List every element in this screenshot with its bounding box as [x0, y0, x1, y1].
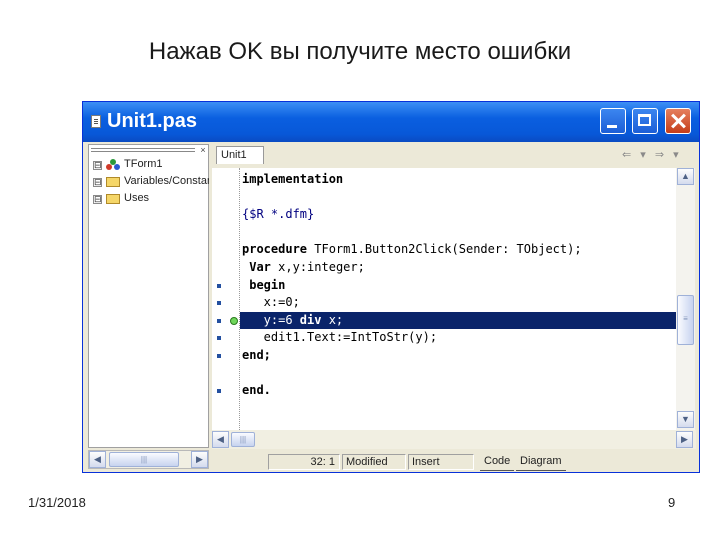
breakpoint-dot-icon[interactable]: [217, 389, 221, 394]
code-text: procedure TForm1.Button2Click(Sender: TO…: [242, 242, 582, 257]
code-text: Var x,y:integer;: [249, 260, 365, 274]
tree-item-label: TForm1: [124, 158, 163, 170]
window-title: Unit1.pas: [107, 110, 198, 132]
scroll-right-icon[interactable]: ▶: [191, 451, 208, 468]
scroll-thumb[interactable]: |||: [109, 452, 179, 467]
code-line[interactable]: begin: [240, 277, 676, 294]
code-line[interactable]: edit1.Text:=IntToStr(y);: [240, 329, 676, 346]
panel-close-icon[interactable]: ×: [197, 145, 209, 155]
tree-item-uses[interactable]: ⊟ Uses: [91, 191, 209, 207]
breakpoint-dot-icon[interactable]: [217, 283, 221, 288]
tree-item-label: Uses: [124, 192, 150, 204]
breakpoint-dot-icon[interactable]: [217, 301, 221, 306]
panel-grip[interactable]: [91, 147, 195, 153]
scroll-thumb[interactable]: ≡: [677, 295, 694, 345]
breakpoint-dot-icon[interactable]: [217, 336, 221, 341]
editor-horizontal-scrollbar[interactable]: ◀ ||| ▶: [212, 430, 696, 449]
code-line[interactable]: implementation: [240, 171, 676, 188]
code-line[interactable]: end.: [240, 382, 676, 399]
code-line[interactable]: [240, 189, 676, 206]
tree-item-variables[interactable]: ⊟ Variables/Constants: [91, 174, 209, 190]
collapse-icon[interactable]: ⊟: [93, 178, 102, 187]
navigation-arrows[interactable]: ⇐ ▾ ⇒ ▾: [622, 148, 682, 161]
scroll-down-icon[interactable]: ▼: [677, 411, 694, 428]
collapse-icon[interactable]: ⊟: [93, 195, 102, 204]
breakpoint-dot-icon[interactable]: [217, 354, 221, 358]
code-line[interactable]: {$R *.dfm}: [240, 206, 676, 223]
code-area[interactable]: implementation {$R *.dfm} procedure TForm1…: [240, 168, 676, 430]
code-text: end;: [242, 348, 271, 362]
minimize-icon[interactable]: [600, 108, 626, 134]
execution-point-icon: [230, 316, 238, 325]
code-line[interactable]: end;: [240, 347, 676, 364]
code-text: implementation: [242, 172, 344, 186]
tab-code[interactable]: Code: [480, 453, 515, 471]
folder-icon: [106, 177, 120, 187]
scroll-up-icon[interactable]: ▲: [677, 168, 694, 185]
code-text: {$R *.dfm}: [242, 207, 315, 222]
scroll-thumb[interactable]: |||: [231, 432, 255, 447]
title-bar[interactable]: Unit1.pas: [83, 102, 699, 142]
scroll-left-icon[interactable]: ◀: [212, 431, 229, 448]
explorer-horizontal-scrollbar[interactable]: ◀ ||| ▶: [88, 450, 209, 469]
code-text: begin: [242, 277, 286, 292]
insert-mode-status: Insert: [408, 454, 474, 470]
form-icon: [106, 159, 120, 171]
code-text: y:=6 div x;: [242, 312, 344, 327]
code-line[interactable]: procedure TForm1.Button2Click(Sender: TO…: [240, 241, 676, 258]
status-bar: 32: 1 Modified Insert Code Diagram: [212, 452, 696, 471]
code-line[interactable]: Var x,y:integer;: [240, 259, 676, 276]
code-line[interactable]: x:=0;: [240, 294, 676, 311]
maximize-icon[interactable]: [632, 108, 658, 134]
modified-status: Modified: [342, 454, 406, 470]
tree-item-label: Variables/Constants: [124, 175, 209, 187]
slide-date: 1/31/2018: [28, 495, 86, 510]
editor-vertical-scrollbar[interactable]: ▲ ≡ ▼: [676, 168, 695, 430]
code-explorer-panel: × ⊟ TForm1 ⊟ Variables/Constants ⊟ Uses: [88, 144, 209, 448]
editor-tab-strip: Unit1 ⇐ ▾ ⇒ ▾: [212, 144, 696, 166]
slide-title: Нажав OK вы получите место ошибки: [148, 38, 572, 65]
tab-diagram[interactable]: Diagram: [516, 453, 566, 471]
tree-item-tform1[interactable]: ⊟ TForm1: [91, 157, 209, 173]
cursor-position: 32: 1: [268, 454, 340, 470]
slide-page-number: 9: [668, 495, 676, 510]
code-text: x:=0;: [242, 295, 300, 310]
scroll-left-icon[interactable]: ◀: [89, 451, 106, 468]
scroll-right-icon[interactable]: ▶: [676, 431, 693, 448]
tab-unit1[interactable]: Unit1: [216, 146, 264, 164]
code-text: edit1.Text:=IntToStr(y);: [242, 330, 438, 345]
editor-gutter[interactable]: [212, 168, 240, 430]
close-icon[interactable]: [665, 108, 691, 134]
code-line-highlighted[interactable]: y:=6 div x;: [240, 311, 676, 329]
code-line[interactable]: [240, 365, 676, 382]
document-icon: [91, 115, 101, 128]
folder-icon: [106, 194, 120, 204]
collapse-icon[interactable]: ⊟: [93, 161, 102, 170]
code-text: end.: [242, 383, 271, 398]
code-editor-window: Unit1.pas × ⊟ TForm1 ⊟ Variables/Constan…: [82, 101, 700, 473]
breakpoint-dot-icon[interactable]: [217, 318, 221, 323]
code-line[interactable]: [240, 224, 676, 241]
